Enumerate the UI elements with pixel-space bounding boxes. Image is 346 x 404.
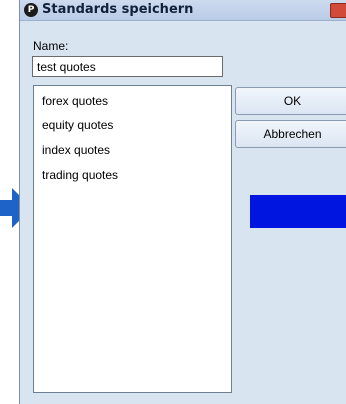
app-icon: P <box>24 3 38 17</box>
list-item[interactable]: forex quotes <box>42 94 108 108</box>
save-defaults-dialog: P Standards speichern Name: forex quotes… <box>19 0 346 404</box>
list-item[interactable]: equity quotes <box>42 118 113 132</box>
name-label: Name: <box>33 39 69 53</box>
cancel-button[interactable]: Abbrechen <box>235 120 346 148</box>
ok-button[interactable]: OK <box>235 87 346 115</box>
close-button[interactable] <box>330 3 346 18</box>
defaults-list[interactable]: forex quotes equity quotes index quotes … <box>33 85 232 393</box>
highlight-block <box>250 195 346 228</box>
list-item[interactable]: trading quotes <box>42 168 118 182</box>
name-input[interactable] <box>32 56 223 77</box>
title-bar: P Standards speichern <box>20 0 346 21</box>
list-item[interactable]: index quotes <box>42 143 110 157</box>
dialog-title: Standards speichern <box>42 2 194 17</box>
